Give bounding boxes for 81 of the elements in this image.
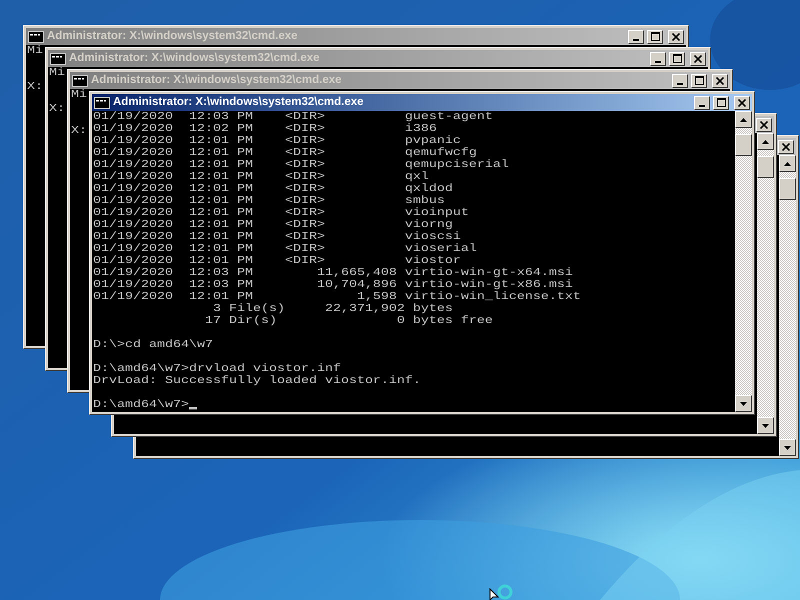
down-arrow-icon [784, 446, 791, 450]
scroll-thumb[interactable] [757, 156, 774, 178]
console-line: 01/19/2020 12:01 PM <DIR> pvpanic [93, 135, 461, 147]
console-line: 3 File(s) 22,371,902 bytes [212, 303, 453, 315]
pointer-icon [489, 588, 499, 600]
up-arrow-icon [762, 140, 769, 144]
console-line: 01/19/2020 12:01 PM <DIR> vioscsi [93, 231, 461, 243]
console-line: 01/19/2020 12:03 PM <DIR> guest-agent [93, 111, 493, 123]
console-line: X: [49, 103, 65, 115]
console-line: 01/19/2020 12:03 PM 10,704,896 virtio-win-gt-x86.msi [93, 279, 573, 291]
close-icon [694, 54, 702, 62]
scroll-down-button[interactable] [779, 439, 796, 456]
window-title: Administrator: X:\windows\system32\cmd.exe [91, 72, 342, 88]
maximize-icon [694, 76, 704, 85]
console-line: X: [71, 125, 87, 137]
scroll-up-button[interactable] [757, 133, 774, 150]
maximize-icon [672, 54, 682, 63]
console-line: D:\amd64\w7>drvload viostor.inf [93, 363, 341, 375]
console-line: Mi [71, 89, 87, 101]
console-icon [28, 30, 44, 42]
minimize-button[interactable] [672, 74, 688, 88]
console-line: 01/19/2020 12:01 PM <DIR> qxl [93, 171, 429, 183]
close-button[interactable] [668, 30, 684, 44]
maximize-button[interactable] [713, 96, 729, 110]
console-line: D:\>cd amd64\w7 [93, 339, 213, 351]
down-arrow-icon [740, 402, 747, 406]
up-arrow-icon [740, 118, 747, 122]
close-button[interactable] [734, 96, 750, 110]
minimize-icon [633, 38, 639, 40]
maximize-button[interactable] [647, 30, 663, 44]
maximize-icon [716, 98, 726, 107]
minimize-icon [655, 60, 661, 62]
console-line: 01/19/2020 12:01 PM <DIR> vioinput [93, 207, 469, 219]
console-line: 01/19/2020 12:03 PM 11,665,408 virtio-win-gt-x64.msi [93, 267, 573, 279]
console-line: 01/19/2020 12:02 PM <DIR> i386 [93, 123, 437, 135]
console-line: 01/19/2020 12:01 PM <DIR> viostor [93, 255, 461, 267]
up-arrow-icon [784, 162, 791, 166]
console-line: 01/19/2020 12:01 PM <DIR> vioserial [93, 243, 477, 255]
maximize-button[interactable] [669, 52, 685, 66]
close-icon [672, 32, 680, 40]
scroll-up-button[interactable] [779, 155, 796, 172]
console-line: 01/19/2020 12:01 PM <DIR> qxldod [93, 183, 453, 195]
console-line: 17 Dir(s) 0 bytes free [204, 315, 493, 327]
close-button[interactable] [690, 52, 706, 66]
window-title: Administrator: X:\windows\system32\cmd.exe [113, 94, 364, 110]
console-line: 01/19/2020 12:01 PM <DIR> smbus [93, 195, 445, 207]
scroll-up-button[interactable] [735, 111, 752, 128]
console-icon [94, 96, 110, 108]
minimize-icon [699, 104, 705, 106]
console-line: Mi [27, 45, 43, 57]
console-line: Mi [49, 67, 65, 79]
close-button[interactable] [778, 140, 794, 154]
console-line: DrvLoad: Successfully loaded viostor.inf. [93, 375, 421, 387]
minimize-icon [677, 82, 683, 84]
console-line: 01/19/2020 12:01 PM <DIR> qemufwcfg [93, 147, 477, 159]
close-icon [782, 142, 790, 150]
window-title: Administrator: X:\windows\system32\cmd.exe [47, 28, 298, 44]
console-line: X: [27, 81, 43, 93]
close-icon [760, 120, 768, 128]
window-title: Administrator: X:\windows\system32\cmd.exe [69, 50, 320, 66]
console-line: 01/19/2020 12:01 PM 1,598 virtio-win_license.txt [93, 291, 581, 303]
close-button[interactable] [712, 74, 728, 88]
minimize-button[interactable] [694, 96, 710, 110]
busy-ring-icon [497, 584, 513, 600]
console-icon [72, 74, 88, 86]
scroll-thumb[interactable] [779, 178, 796, 200]
close-icon [716, 76, 724, 84]
scroll-thumb[interactable] [735, 134, 752, 156]
console-line: 01/19/2020 12:01 PM <DIR> viorng [93, 219, 453, 231]
console-line: 01/19/2020 12:01 PM <DIR> qemupciserial [93, 159, 509, 171]
close-button[interactable] [756, 118, 772, 132]
scroll-down-button[interactable] [735, 395, 752, 412]
console-icon [50, 52, 66, 64]
close-icon [738, 98, 746, 106]
minimize-button[interactable] [650, 52, 666, 66]
maximize-button[interactable] [691, 74, 707, 88]
console-line: D:\amd64\w7> [93, 399, 189, 411]
scroll-down-button[interactable] [757, 417, 774, 434]
down-arrow-icon [762, 424, 769, 428]
minimize-button[interactable] [628, 30, 644, 44]
maximize-icon [650, 32, 660, 41]
